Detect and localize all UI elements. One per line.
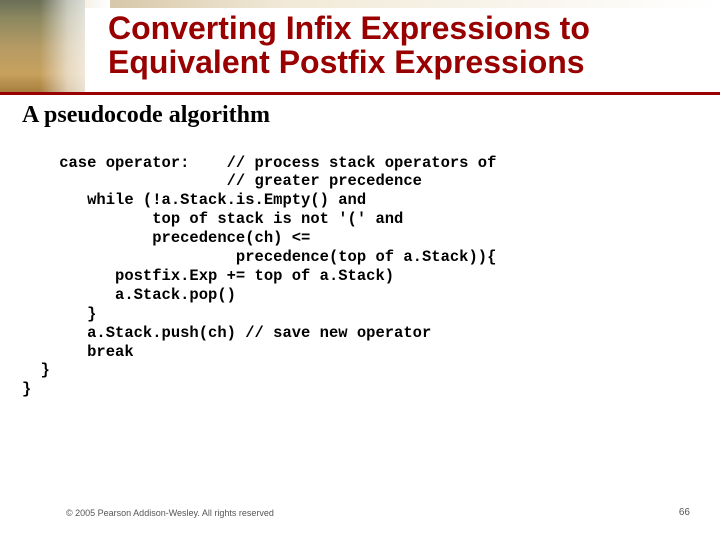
sub-heading: A pseudocode algorithm xyxy=(22,102,270,129)
title-underline xyxy=(0,92,720,95)
page-number: 66 xyxy=(679,507,690,518)
title-line-1: Converting Infix Expressions to xyxy=(108,12,698,46)
title-line-2: Equivalent Postfix Expressions xyxy=(108,46,698,80)
copyright-text: © 2005 Pearson Addison-Wesley. All right… xyxy=(66,508,274,518)
slide-title: Converting Infix Expressions to Equivale… xyxy=(108,12,698,79)
pseudocode-block: case operator: // process stack operator… xyxy=(22,154,496,400)
corner-photo-fade xyxy=(40,0,110,92)
